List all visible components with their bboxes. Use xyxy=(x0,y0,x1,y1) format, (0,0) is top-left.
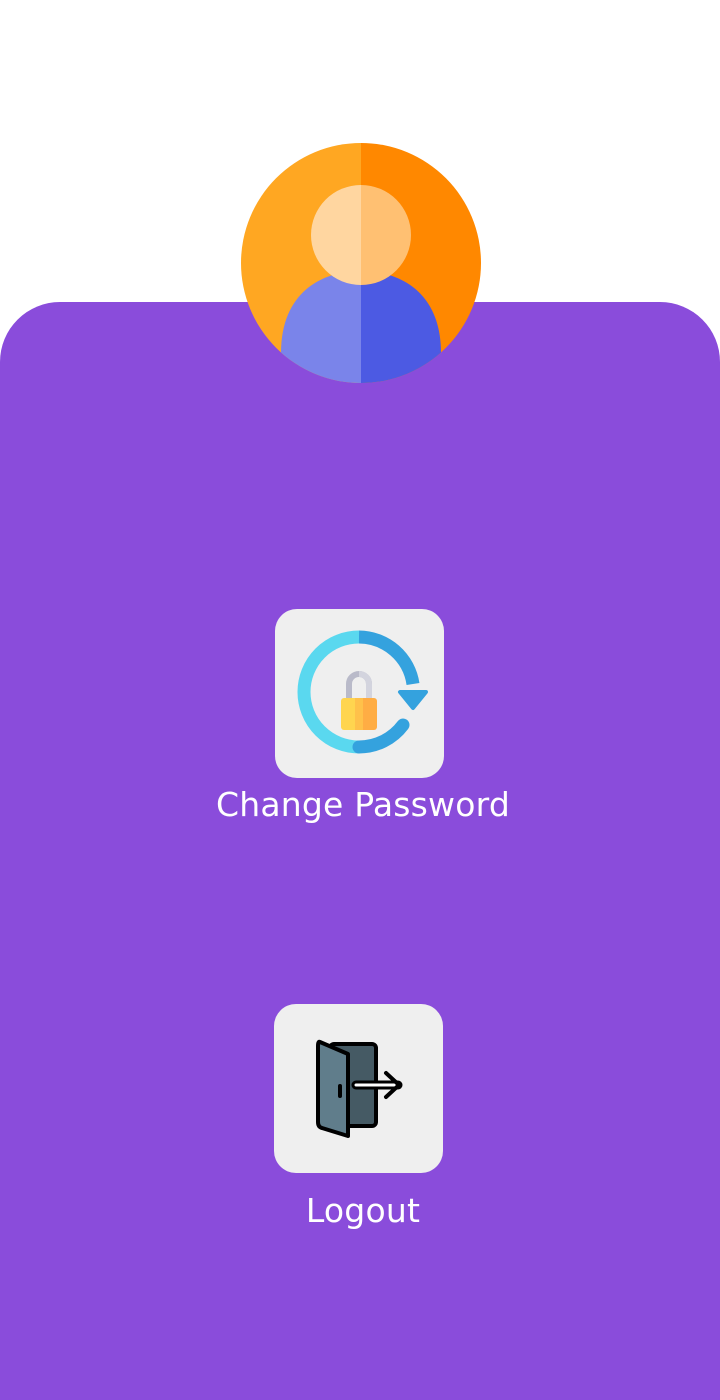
logout-label: Logout xyxy=(305,1191,421,1230)
change-password-action: Change Password xyxy=(0,609,720,825)
door-exit-icon xyxy=(308,1032,408,1146)
logout-button[interactable] xyxy=(273,1004,443,1173)
lock-refresh-icon xyxy=(289,622,429,766)
profile-screen: Change Password Logout xyxy=(0,0,720,1400)
logout-action: Logout xyxy=(0,1004,720,1231)
change-password-label: Change Password xyxy=(216,785,510,824)
profile-panel xyxy=(0,302,720,1400)
user-avatar-icon xyxy=(241,143,481,383)
change-password-button[interactable] xyxy=(274,609,444,778)
